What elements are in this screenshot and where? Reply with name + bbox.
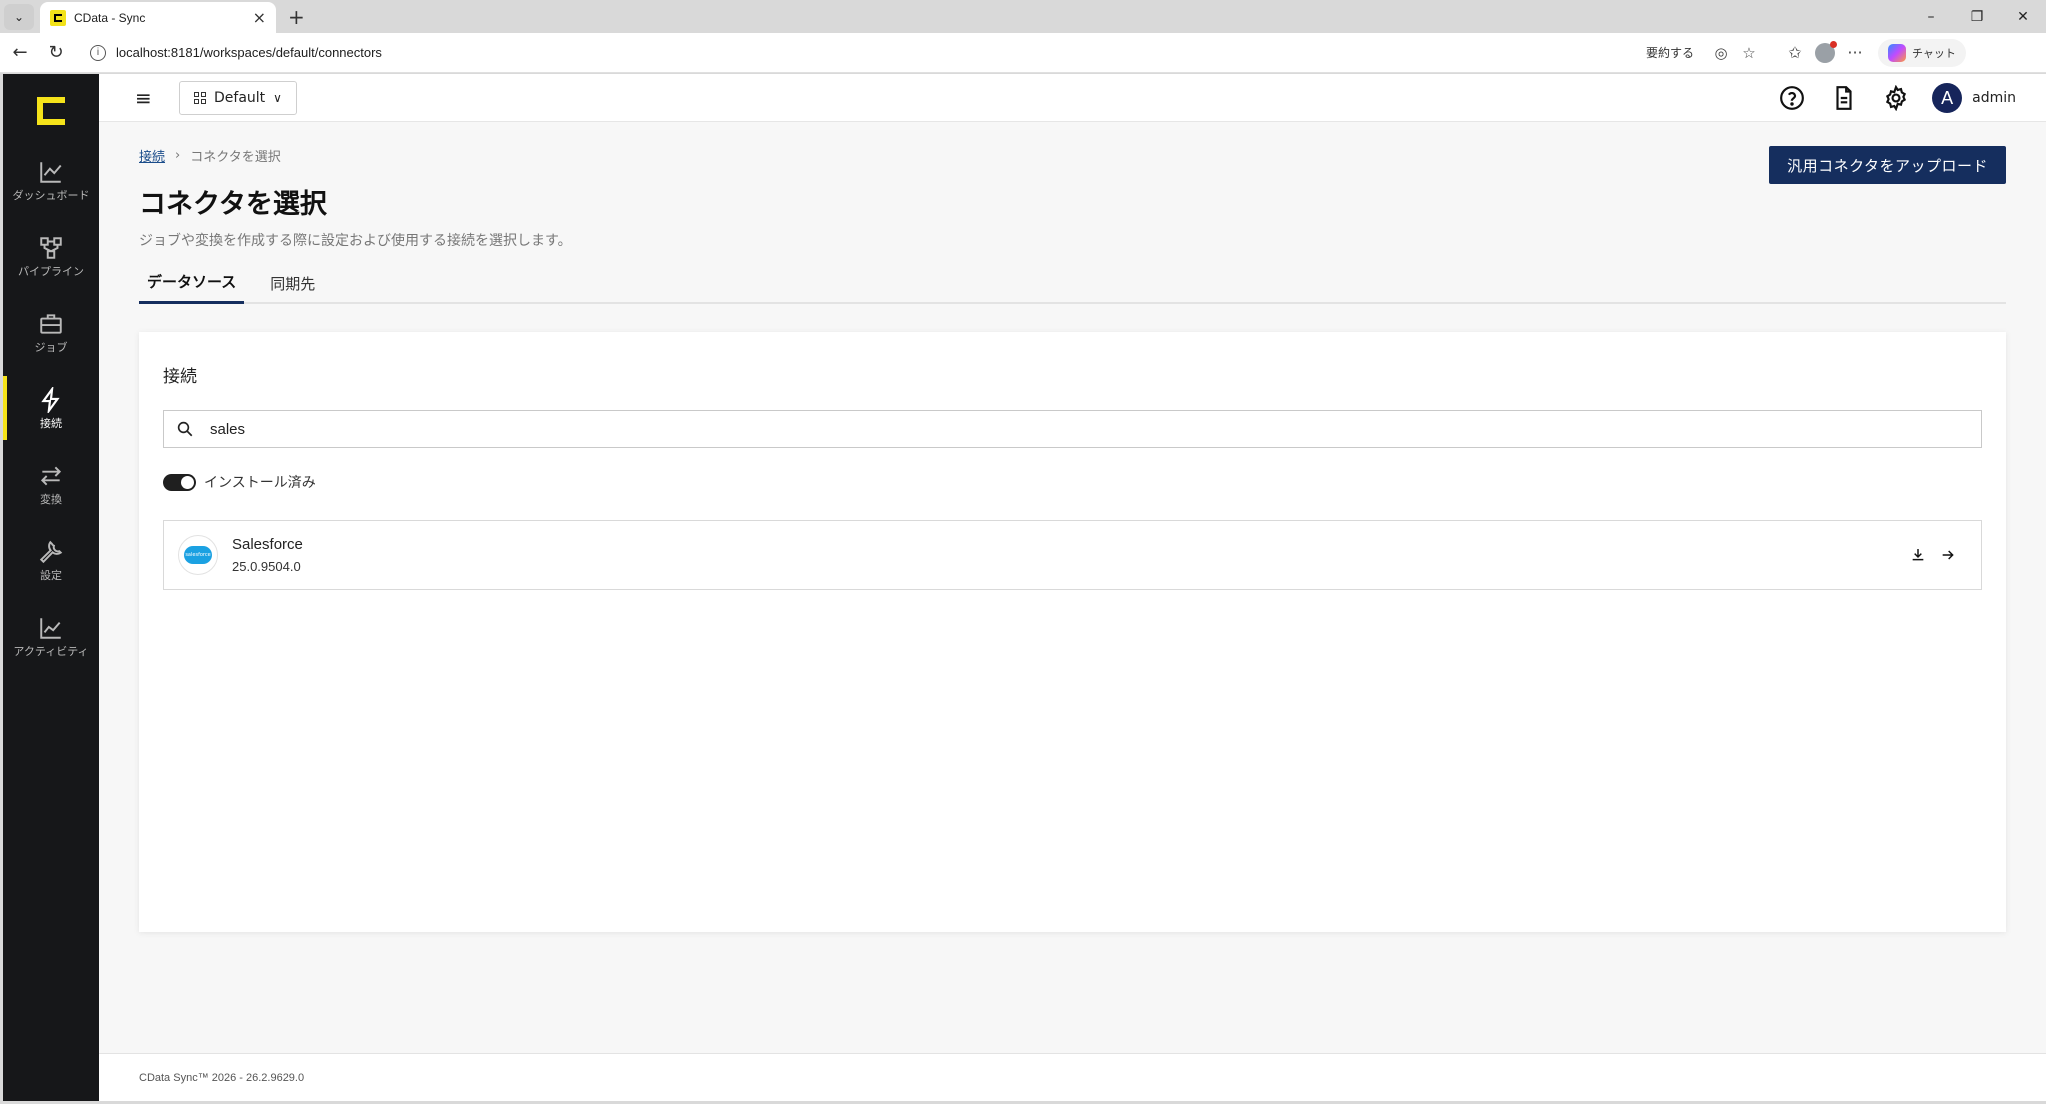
footer-version: CData Sync™ 2026 - 26.2.9629.0 <box>139 1071 305 1084</box>
url-field[interactable]: i localhost:8181/workspaces/default/conn… <box>80 37 1770 68</box>
sidebar: ダッシュボード パイプライン ジョブ 接続 変換 設定 アクティビティ <box>3 74 99 1101</box>
document-icon[interactable] <box>1818 74 1870 122</box>
star-icon[interactable]: ☆ <box>1738 42 1760 64</box>
tab-destination[interactable]: 同期先 <box>262 262 323 304</box>
card-title: 接続 <box>163 367 197 387</box>
back-arrow-icon[interactable]: ← <box>4 37 36 69</box>
connector-name: Salesforce <box>232 536 303 553</box>
profile-avatar-icon <box>1815 40 1837 63</box>
browser-tab[interactable]: CData - Sync × <box>40 2 276 33</box>
breadcrumb-separator-icon: › <box>175 148 181 163</box>
browser-address-bar: ← ↻ i localhost:8181/workspaces/default/… <box>0 33 2046 73</box>
connections-card: 接続 インストール済み salesforce Salesforce 25.0.9… <box>139 332 2006 932</box>
footer: CData Sync™ 2026 - 26.2.9629.0 <box>99 1053 2046 1101</box>
user-name[interactable]: admin <box>1972 90 2016 106</box>
workspace-name: Default <box>214 89 266 106</box>
download-icon[interactable] <box>1903 540 1933 570</box>
sidebar-item-label: ダッシュボード <box>12 189 90 202</box>
top-bar: ≡ Default ∨ A admin <box>99 74 2046 122</box>
chevron-down-icon: ∨ <box>273 90 282 105</box>
breadcrumb-current: コネクタを選択 <box>190 150 281 165</box>
connector-version: 25.0.9504.0 <box>232 559 301 574</box>
logo-text: salesforce <box>185 552 211 558</box>
restore-icon[interactable]: ❐ <box>1954 0 2000 33</box>
chevron-down-icon: ⌄ <box>13 9 25 24</box>
lightning-icon <box>37 386 65 414</box>
briefcase-icon <box>37 310 65 338</box>
minimize-icon[interactable]: – <box>1908 0 1954 33</box>
installed-toggle-label: インストール済み <box>204 475 316 491</box>
wrench-icon <box>37 538 65 566</box>
site-info-icon[interactable]: i <box>90 44 106 61</box>
sidebar-item-jobs[interactable]: ジョブ <box>3 300 99 376</box>
upload-generic-connector-button[interactable]: 汎用コネクタをアップロード <box>1769 146 2006 184</box>
sidebar-item-label: ジョブ <box>34 341 68 354</box>
profile-button[interactable] <box>1810 38 1840 68</box>
gear-icon[interactable] <box>1870 74 1922 122</box>
search-icon <box>177 421 193 437</box>
installed-toggle-row: インストール済み <box>163 472 316 492</box>
main-area: ≡ Default ∨ A admin 接続 › コネクタを選択 汎用コネクタを… <box>99 74 2046 1101</box>
search-input[interactable] <box>210 420 1981 438</box>
list-item[interactable]: salesforce Salesforce 25.0.9504.0 <box>163 520 1982 590</box>
cdata-favicon-icon <box>50 9 66 26</box>
page-title: コネクタを選択 <box>139 189 327 220</box>
tab-data-source[interactable]: データソース <box>139 262 245 304</box>
sidebar-item-label: アクティビティ <box>13 645 89 658</box>
favorites-icon[interactable]: ✩ <box>1780 38 1810 68</box>
breadcrumb: 接続 › コネクタを選択 <box>139 146 281 165</box>
more-menu-icon[interactable]: ··· <box>1840 38 1870 68</box>
grid-icon <box>194 91 206 104</box>
url-text: localhost:8181/workspaces/default/connec… <box>116 45 382 60</box>
close-icon[interactable]: × <box>253 8 266 27</box>
reader-icon[interactable]: ◎ <box>1710 42 1732 64</box>
menu-icon[interactable]: ≡ <box>135 86 159 110</box>
cdata-logo[interactable] <box>3 74 99 148</box>
arrow-right-icon[interactable] <box>1933 540 1963 570</box>
browser-tab-bar: ⌄ CData - Sync × + – ❐ ✕ <box>0 0 2046 33</box>
page-content: 接続 › コネクタを選択 汎用コネクタをアップロード コネクタを選択 ジョブや変… <box>99 122 2046 1054</box>
breadcrumb-link-connections[interactable]: 接続 <box>139 146 165 165</box>
copilot-button[interactable]: チャット <box>1878 38 1966 67</box>
avatar[interactable]: A <box>1932 83 1963 113</box>
reload-icon[interactable]: ↻ <box>40 37 72 69</box>
copilot-icon <box>1888 43 1906 62</box>
workspace-select[interactable]: Default ∨ <box>179 80 297 115</box>
sidebar-item-pipeline[interactable]: パイプライン <box>3 224 99 300</box>
help-icon[interactable] <box>1766 74 1818 122</box>
sidebar-item-label: パイプライン <box>18 265 84 278</box>
sidebar-item-settings[interactable]: 設定 <box>3 528 99 604</box>
copilot-label: チャット <box>1912 46 1956 60</box>
tab-list-button[interactable]: ⌄ <box>4 3 34 30</box>
sidebar-item-activity[interactable]: アクティビティ <box>3 604 99 680</box>
window-close-icon[interactable]: ✕ <box>2000 0 2046 33</box>
activity-icon <box>37 614 65 642</box>
sidebar-item-label: 接続 <box>40 417 62 430</box>
sidebar-item-transform[interactable]: 変換 <box>3 452 99 528</box>
arrows-swap-icon <box>37 462 65 490</box>
sidebar-item-label: 設定 <box>40 569 62 582</box>
summarize-button[interactable]: 要約する <box>1646 44 1694 61</box>
tab-title: CData - Sync <box>74 10 146 25</box>
search-field[interactable] <box>163 410 1982 448</box>
sidebar-item-dashboard[interactable]: ダッシュボード <box>3 148 99 224</box>
app-frame: ダッシュボード パイプライン ジョブ 接続 変換 設定 アクティビティ ≡ De… <box>3 74 2046 1101</box>
installed-toggle[interactable] <box>163 473 196 491</box>
connector-tabs: データソース 同期先 <box>139 262 2006 304</box>
sidebar-item-connections[interactable]: 接続 <box>3 376 99 452</box>
pipeline-icon <box>37 234 65 262</box>
new-tab-icon[interactable]: + <box>288 5 305 29</box>
window-controls: – ❐ ✕ <box>1908 0 2046 33</box>
sidebar-item-label: 変換 <box>40 493 62 506</box>
cdata-logo-icon <box>37 97 65 125</box>
page-description: ジョブや変換を作成する際に設定および使用する接続を選択します。 <box>139 233 572 249</box>
salesforce-cloud-icon: salesforce <box>184 546 212 564</box>
chart-line-icon <box>37 158 65 186</box>
salesforce-logo: salesforce <box>178 535 218 575</box>
